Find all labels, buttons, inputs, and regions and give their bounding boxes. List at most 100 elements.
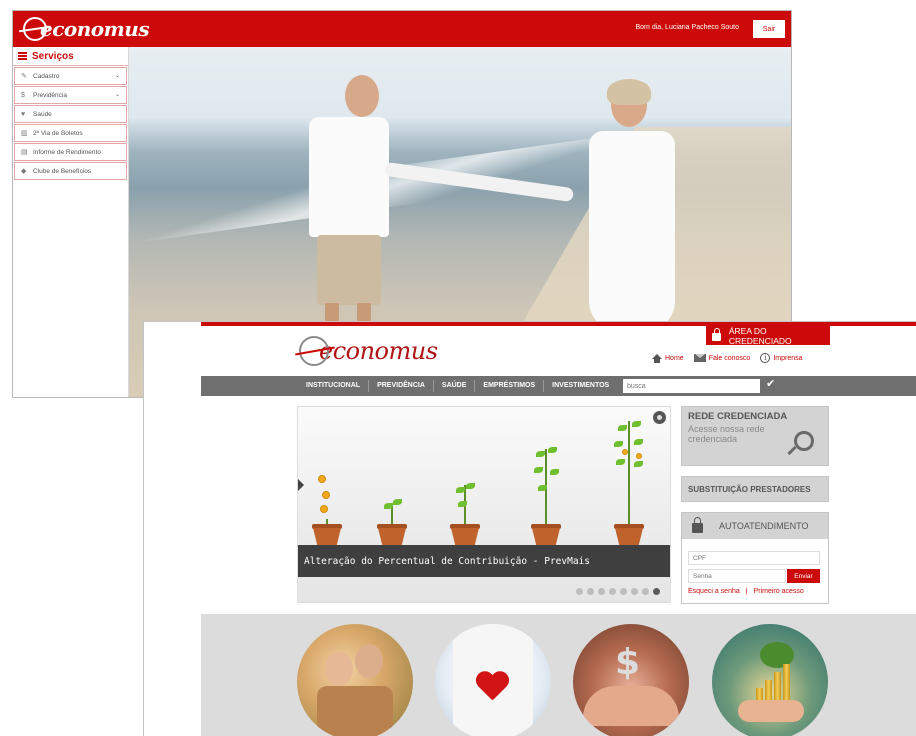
economus-logo[interactable]: economus bbox=[23, 16, 150, 42]
press-link[interactable]: i Imprensa bbox=[760, 353, 803, 363]
sidebar-item-label: Saúde bbox=[33, 110, 52, 118]
coin-icon bbox=[636, 453, 642, 459]
chevron-down-icon: ⌄ bbox=[114, 92, 120, 98]
coin-icon bbox=[320, 505, 328, 513]
login-links: Esqueci a senha | Primeiro acesso bbox=[688, 588, 804, 595]
nav-saude[interactable]: SAÚDE bbox=[434, 380, 476, 392]
slider-dot[interactable] bbox=[642, 588, 649, 595]
link-separator: | bbox=[745, 588, 748, 595]
slider-pause-icon[interactable] bbox=[653, 411, 666, 424]
sidebar-item-previdencia[interactable]: $ Previdência ⌄ bbox=[14, 86, 127, 104]
economus-logo[interactable]: economus bbox=[299, 334, 438, 368]
plant-leaf bbox=[632, 421, 641, 427]
slider-caption[interactable]: Alteração do Percentual de Contribuição … bbox=[298, 545, 670, 577]
services-sidebar: Serviços ✎ Cadastro ⌄ $ Previdência ⌄ ♥ … bbox=[13, 47, 129, 397]
flower-pot bbox=[532, 528, 560, 545]
public-site-window: ÁREA DO CREDENCIADO economus Home Fale c… bbox=[143, 321, 916, 736]
slider-dot[interactable] bbox=[620, 588, 627, 595]
member-portal-header: economus Bom dia, Luciana Pacheco Souto … bbox=[13, 11, 791, 47]
flower-pot bbox=[378, 528, 406, 545]
plant-leaf bbox=[534, 467, 543, 473]
services-menu-title[interactable]: Serviços bbox=[13, 47, 128, 66]
sidebar-item-informe[interactable]: ▤ Informe de Rendimento bbox=[14, 143, 127, 161]
screenshot-collage: economus Bom dia, Luciana Pacheco Souto … bbox=[0, 0, 916, 736]
plant-leaf bbox=[550, 469, 559, 475]
search-submit-check-icon[interactable]: ✔ bbox=[766, 377, 775, 390]
slider-dots bbox=[572, 588, 660, 595]
sidebar-item-label: 2ª Via de Boletos bbox=[33, 129, 83, 137]
plant-leaf bbox=[384, 503, 393, 509]
user-greeting: Bom dia, Luciana Pacheco Souto bbox=[635, 24, 739, 31]
slider-prev-arrow-icon[interactable] bbox=[298, 479, 304, 491]
photo-body bbox=[317, 686, 393, 736]
plant-leaf bbox=[548, 447, 557, 453]
plant-leaf bbox=[538, 485, 547, 491]
credential-area-button[interactable]: ÁREA DO CREDENCIADO bbox=[706, 325, 830, 346]
coin-icon bbox=[322, 491, 330, 499]
sidebar-item-label: Clube de Benefícios bbox=[33, 167, 92, 175]
send-button[interactable]: Enviar bbox=[787, 569, 820, 583]
logout-button[interactable]: Sair bbox=[753, 20, 785, 38]
category-saude-image[interactable] bbox=[435, 624, 551, 736]
search-input[interactable] bbox=[623, 379, 760, 393]
coin-icon bbox=[622, 449, 628, 455]
plant-leaf bbox=[618, 425, 627, 431]
photo-hands bbox=[583, 686, 679, 726]
slider-dot[interactable] bbox=[609, 588, 616, 595]
flower-pot bbox=[313, 528, 341, 545]
plant-leaf bbox=[614, 441, 623, 447]
sidebar-item-boletos[interactable]: ▥ 2ª Via de Boletos bbox=[14, 124, 127, 142]
logo-ring-icon bbox=[23, 17, 47, 41]
sidebar-item-label: Cadastro bbox=[33, 72, 60, 80]
autoatendimento-header: AUTOATENDIMENTO bbox=[682, 513, 828, 539]
logo-text: economus bbox=[40, 17, 150, 41]
flower-pot bbox=[615, 528, 643, 545]
category-strip: $ bbox=[201, 614, 916, 736]
top-links: Home Fale conosco i Imprensa bbox=[652, 352, 813, 364]
contact-link[interactable]: Fale conosco bbox=[693, 354, 750, 362]
nav-institucional[interactable]: INSTITUCIONAL bbox=[298, 380, 370, 392]
news-slider: Alteração do Percentual de Contribuição … bbox=[297, 406, 671, 603]
category-previdencia-image[interactable] bbox=[297, 624, 413, 736]
category-investimentos-image[interactable] bbox=[712, 624, 828, 736]
plant-leaf bbox=[634, 461, 643, 467]
plant-stem bbox=[628, 421, 630, 525]
first-access-link[interactable]: Primeiro acesso bbox=[754, 588, 804, 595]
photo-face bbox=[355, 644, 383, 678]
plant-leaf bbox=[616, 459, 625, 465]
nav-emprestimos[interactable]: EMPRÉSTIMOS bbox=[475, 380, 545, 392]
logo-ring-icon bbox=[299, 336, 329, 366]
heart-icon: ♥ bbox=[21, 110, 26, 118]
rede-title: REDE CREDENCIADA bbox=[688, 411, 788, 422]
coin-stack-icon bbox=[774, 672, 781, 700]
slider-dot[interactable] bbox=[598, 588, 605, 595]
plant-leaf bbox=[634, 439, 643, 445]
autoatendimento-title: AUTOATENDIMENTO bbox=[719, 521, 809, 531]
plant-leaf bbox=[458, 501, 467, 507]
substituicao-prestadores-button[interactable]: SUBSTITUIÇÃO PRESTADORES bbox=[681, 476, 829, 502]
forgot-password-link[interactable]: Esqueci a senha bbox=[688, 588, 740, 595]
sidebar-item-saude[interactable]: ♥ Saúde bbox=[14, 105, 127, 123]
slider-dot[interactable] bbox=[587, 588, 594, 595]
plant-leaf bbox=[393, 499, 402, 505]
slider-dot[interactable] bbox=[576, 588, 583, 595]
sidebar-item-cadastro[interactable]: ✎ Cadastro ⌄ bbox=[14, 67, 127, 85]
heart-icon bbox=[475, 672, 509, 702]
info-icon: i bbox=[760, 353, 771, 363]
rede-credenciada-box[interactable]: REDE CREDENCIADA Acesse nossa rede crede… bbox=[681, 406, 829, 466]
category-emprestimos-image[interactable]: $ bbox=[573, 624, 689, 736]
chevron-down-icon: ⌄ bbox=[114, 73, 120, 79]
nav-investimentos[interactable]: INVESTIMENTOS bbox=[544, 380, 617, 392]
coin-stack-icon bbox=[765, 680, 772, 700]
slider-dot[interactable] bbox=[631, 588, 638, 595]
coin-icon bbox=[318, 475, 326, 483]
password-input[interactable] bbox=[688, 569, 786, 583]
cpf-input[interactable] bbox=[688, 551, 820, 565]
coin-stack-icon bbox=[756, 688, 763, 700]
slider-dot-active[interactable] bbox=[653, 588, 660, 595]
edit-icon: ✎ bbox=[21, 73, 27, 80]
home-link[interactable]: Home bbox=[652, 353, 684, 363]
nav-previdencia[interactable]: PREVIDÊNCIA bbox=[369, 380, 434, 392]
sidebar-item-clube[interactable]: ◆ Clube de Benefícios bbox=[14, 162, 127, 180]
credential-area-label: ÁREA DO CREDENCIADO bbox=[728, 325, 792, 346]
